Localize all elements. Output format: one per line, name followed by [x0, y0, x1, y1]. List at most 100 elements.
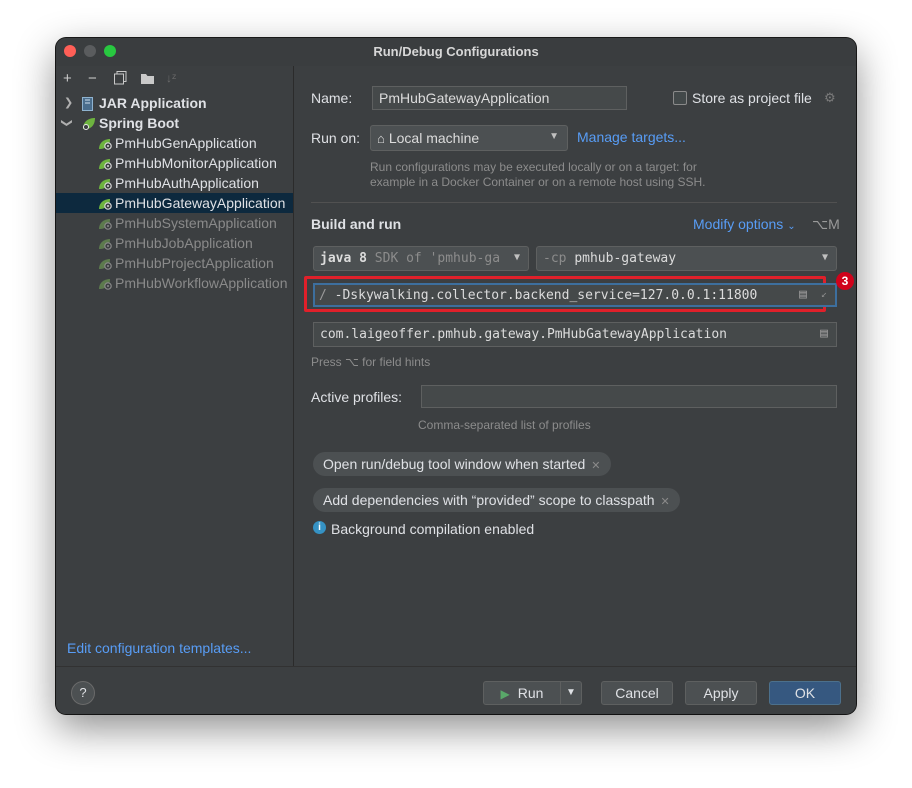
- tree-item-label: PmHubProjectApplication: [115, 255, 274, 271]
- spring-boot-run-config-icon: [98, 136, 114, 150]
- new-folder-icon[interactable]: [140, 72, 155, 89]
- tree-item-configuration[interactable]: PmHubMonitorApplication: [56, 153, 293, 173]
- vm-options-field[interactable]: / -Dskywalking.collector.backend_service…: [313, 283, 837, 307]
- sort-icon[interactable]: ↓ᶻ: [166, 71, 176, 85]
- background-compilation-text: Background compilation enabled: [331, 521, 535, 537]
- expand-field-icon[interactable]: ▤: [799, 287, 807, 302]
- spring-boot-run-config-icon: [98, 196, 114, 210]
- active-profiles-label: Active profiles:: [311, 389, 403, 405]
- run-on-value: Local machine: [388, 130, 480, 146]
- help-button[interactable]: ?: [71, 681, 95, 705]
- classpath-module-dropdown[interactable]: -cp pmhub-gateway ▼: [536, 246, 837, 271]
- chevron-down-icon[interactable]: ❯: [57, 118, 77, 127]
- modify-options-shortcut: ⌥M: [812, 216, 840, 232]
- spring-boot-run-config-icon: [98, 236, 114, 250]
- tree-item-configuration[interactable]: PmHubSystemApplication: [56, 213, 293, 233]
- separator: [311, 202, 837, 203]
- spring-boot-icon: [81, 116, 96, 133]
- tree-group-label: Spring Boot: [99, 115, 180, 131]
- active-profiles-field[interactable]: [421, 385, 837, 408]
- cancel-button[interactable]: Cancel: [601, 681, 673, 705]
- modify-options-label: Modify options: [693, 216, 784, 232]
- tree-item-label: PmHubJobApplication: [115, 235, 253, 251]
- run-on-hint-line-1: Run configurations may be executed local…: [370, 160, 697, 174]
- dropdown-arrow-icon: ▼: [549, 131, 559, 142]
- spring-boot-run-config-icon: [98, 256, 114, 270]
- active-profiles-hint: Comma-separated list of profiles: [418, 418, 591, 432]
- tree-item-configuration[interactable]: PmHubProjectApplication: [56, 253, 293, 273]
- configuration-editor: Name: PmHubGatewayApplication Store as p…: [294, 66, 856, 666]
- tree-group-spring-boot[interactable]: ❯ Spring Boot: [56, 113, 293, 133]
- configurations-tree-panel: + − ↓ᶻ ❯ JAR Application ❯ Spring Boot P…: [56, 66, 294, 666]
- play-icon: ▶: [500, 687, 510, 701]
- option-chip-provided-scope[interactable]: Add dependencies with “provided” scope t…: [313, 488, 680, 512]
- tree-item-label: PmHubWorkflowApplication: [115, 275, 288, 291]
- home-icon: ⌂: [377, 131, 385, 146]
- step-number-badge: 3: [836, 272, 854, 290]
- run-on-label: Run on:: [311, 130, 361, 146]
- store-as-project-file-checkbox[interactable]: [673, 91, 687, 105]
- option-chip-label: Open run/debug tool window when started: [323, 456, 586, 472]
- jdk-version: java 8: [320, 251, 367, 266]
- dropdown-arrow-icon: ▼: [510, 252, 520, 263]
- spring-boot-run-config-icon: [98, 276, 114, 290]
- spring-boot-run-config-icon: [98, 156, 114, 170]
- name-field-value: PmHubGatewayApplication: [379, 90, 550, 106]
- dropdown-arrow-icon: ▼: [821, 252, 828, 263]
- option-chip-open-tool-window[interactable]: Open run/debug tool window when started ✕: [313, 452, 611, 476]
- build-and-run-heading: Build and run: [311, 216, 402, 232]
- browse-class-icon[interactable]: ▤: [820, 326, 828, 341]
- chevron-down-icon: ▼: [566, 687, 576, 698]
- name-field[interactable]: PmHubGatewayApplication: [372, 86, 627, 110]
- modify-options-link[interactable]: Modify options ⌄: [693, 216, 796, 232]
- resize-icon[interactable]: ↙: [821, 289, 827, 300]
- run-debug-configurations-dialog: Run/Debug Configurations + − ↓ᶻ ❯ JAR Ap…: [56, 38, 856, 714]
- tree-item-label: PmHubGenApplication: [115, 135, 257, 151]
- vm-options-value: -Dskywalking.collector.backend_service=1…: [334, 288, 758, 303]
- close-icon[interactable]: ✕: [591, 460, 600, 472]
- jdk-dropdown[interactable]: java 8 SDK of 'pmhub-ga ▼: [313, 246, 529, 271]
- tree-item-configuration[interactable]: PmHubWorkflowApplication: [56, 273, 293, 293]
- vm-options-overflow: /: [319, 288, 327, 303]
- chevron-down-icon: ⌄: [787, 221, 796, 232]
- ok-button[interactable]: OK: [769, 681, 841, 705]
- tree-item-configuration[interactable]: PmHubAuthApplication: [56, 173, 293, 193]
- close-icon[interactable]: ✕: [661, 496, 670, 508]
- tree-item-label: PmHubMonitorApplication: [115, 155, 277, 171]
- run-button-label: Run: [517, 685, 544, 701]
- spring-boot-run-config-icon: [98, 216, 114, 230]
- tree-group-jar-application[interactable]: ❯ JAR Application: [56, 93, 293, 113]
- classpath-prefix: -cp: [543, 251, 567, 266]
- copy-icon[interactable]: [114, 71, 128, 89]
- option-chip-label: Add dependencies with “provided” scope t…: [323, 492, 655, 508]
- info-icon: i: [313, 521, 326, 534]
- apply-button[interactable]: Apply: [685, 681, 757, 705]
- tree-item-label: PmHubSystemApplication: [115, 215, 277, 231]
- name-label: Name:: [311, 90, 353, 106]
- manage-targets-link[interactable]: Manage targets...: [577, 129, 686, 145]
- run-on-hint-line-2: example in a Docker Container or on a re…: [370, 175, 706, 189]
- run-on-dropdown[interactable]: ⌂ Local machine ▼: [370, 125, 568, 151]
- gear-icon[interactable]: ⚙: [824, 90, 836, 106]
- tree-item-configuration[interactable]: PmHubJobApplication: [56, 233, 293, 253]
- main-class-field[interactable]: com.laigeoffer.pmhub.gateway.PmHubGatewa…: [313, 322, 837, 347]
- jdk-source: SDK of 'pmhub-ga: [366, 251, 501, 266]
- chevron-right-icon[interactable]: ❯: [64, 93, 73, 113]
- title-bar: Run/Debug Configurations: [56, 38, 856, 66]
- tree-item-configuration[interactable]: PmHubGenApplication: [56, 133, 293, 153]
- store-as-project-file-label: Store as project file: [692, 90, 812, 106]
- window-title: Run/Debug Configurations: [373, 44, 539, 59]
- remove-icon[interactable]: −: [88, 70, 97, 87]
- dialog-button-bar: ? ▶ Run ▼ Cancel Apply OK: [56, 666, 856, 714]
- run-button[interactable]: ▶ Run: [483, 681, 561, 705]
- run-dropdown-button[interactable]: ▼: [560, 681, 582, 705]
- field-hints-text: Press ⌥ for field hints: [311, 355, 431, 369]
- add-icon[interactable]: +: [63, 70, 72, 87]
- tree-item-label: PmHubGatewayApplication: [115, 195, 286, 211]
- main-class-value: com.laigeoffer.pmhub.gateway.PmHubGatewa…: [320, 327, 727, 342]
- tree-group-label: JAR Application: [99, 95, 207, 111]
- edit-configuration-templates-link[interactable]: Edit configuration templates...: [67, 640, 251, 656]
- jar-icon: [82, 96, 93, 113]
- tree-item-label: PmHubAuthApplication: [115, 175, 259, 191]
- tree-item-configuration[interactable]: PmHubGatewayApplication: [56, 193, 293, 213]
